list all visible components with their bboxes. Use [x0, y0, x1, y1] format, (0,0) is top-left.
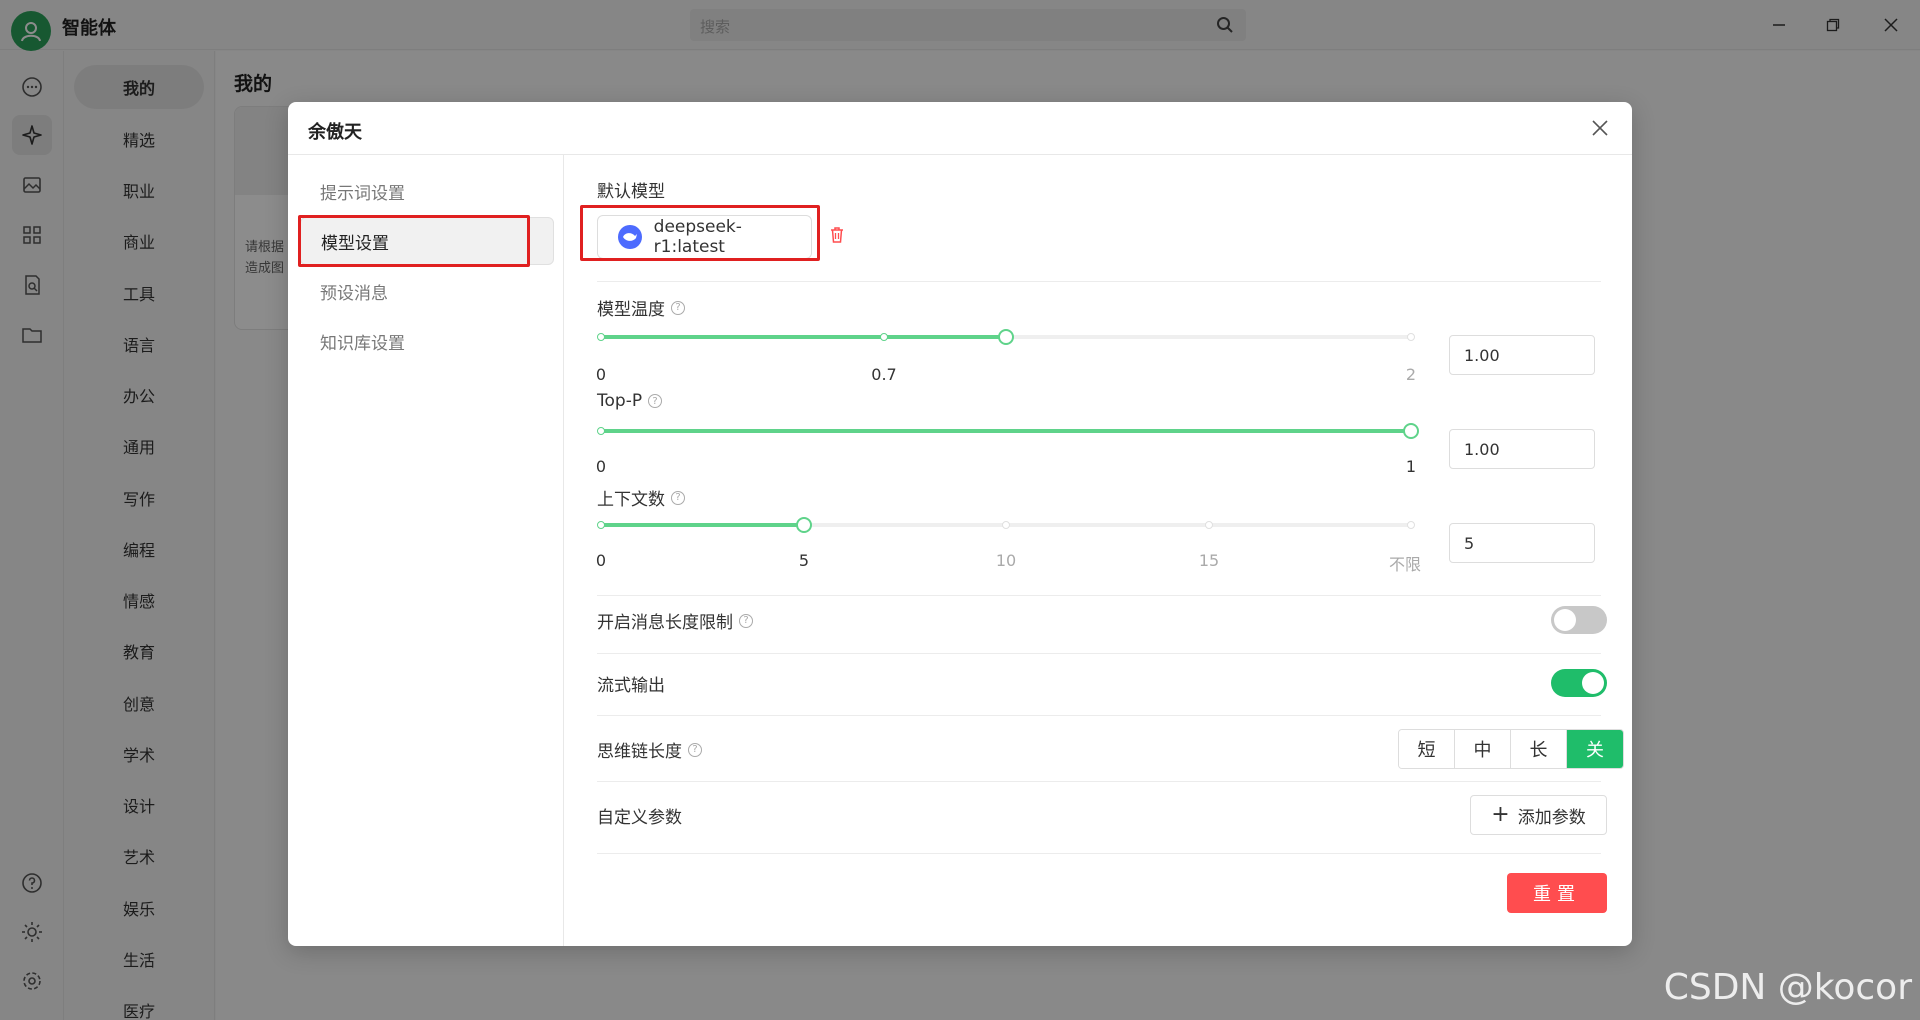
slider-tick: 1 — [1405, 457, 1417, 476]
divider — [597, 595, 1601, 596]
top-p-label: Top-P? — [597, 391, 663, 411]
reset-button[interactable]: 重置 — [1507, 873, 1607, 913]
context-label-text: 上下文数 — [597, 490, 665, 510]
slider-mark — [880, 333, 888, 341]
slider-handle[interactable] — [796, 517, 812, 533]
help-icon[interactable]: ? — [739, 613, 753, 628]
temperature-slider[interactable] — [597, 329, 1415, 345]
close-icon[interactable] — [1588, 116, 1612, 140]
slider-tick: 0.7 — [871, 365, 897, 384]
reasoning-length-segmented: 短 中 长 关 — [1398, 729, 1624, 769]
top-p-input[interactable]: 1.00 — [1449, 429, 1595, 469]
temperature-label-text: 模型温度 — [597, 300, 665, 320]
add-param-button[interactable]: + 添加参数 — [1470, 795, 1607, 835]
slider-mark — [597, 333, 605, 341]
divider — [597, 781, 1601, 782]
divider — [597, 853, 1601, 854]
toggle-knob — [1582, 672, 1604, 694]
menu-prompt-settings[interactable]: 提示词设置 — [300, 167, 554, 215]
slider-mark — [597, 521, 605, 529]
slider-tick: 0 — [595, 457, 607, 476]
reasoning-option-off[interactable]: 关 — [1567, 730, 1623, 768]
stream-output-toggle[interactable] — [1551, 669, 1607, 697]
slider-fill — [601, 335, 1006, 339]
custom-params-label: 自定义参数 — [597, 808, 682, 828]
model-settings-panel: 默认模型 deepseek-r1:latest 模型温度? 0 0.7 2 1.… — [565, 155, 1632, 946]
stream-output-label: 流式输出 — [597, 676, 665, 696]
msg-length-limit-label: 开启消息长度限制? — [597, 608, 753, 633]
context-label: 上下文数? — [597, 485, 685, 510]
reasoning-option-short[interactable]: 短 — [1399, 730, 1455, 768]
temperature-input[interactable]: 1.00 — [1449, 335, 1595, 375]
watermark: CSDN @kocor — [1663, 967, 1912, 1008]
context-slider[interactable] — [597, 517, 1415, 533]
highlight-box — [580, 205, 820, 261]
settings-menu: 提示词设置 模型设置 预设消息 知识库设置 — [288, 155, 564, 946]
msg-length-limit-toggle[interactable] — [1551, 606, 1607, 634]
slider-tick: 2 — [1405, 365, 1417, 384]
agent-settings-modal: 余傲天 提示词设置 模型设置 预设消息 知识库设置 默认模型 deepseek-… — [288, 102, 1632, 946]
slider-mark — [597, 427, 605, 435]
slider-mark — [1002, 521, 1010, 529]
slider-tick: 不限 — [1388, 555, 1422, 574]
modal-header: 余傲天 — [288, 102, 1632, 155]
toggle-knob — [1554, 609, 1576, 631]
divider — [597, 281, 1601, 282]
divider — [597, 653, 1601, 654]
slider-tick: 0 — [595, 365, 607, 384]
help-icon[interactable]: ? — [671, 490, 685, 505]
slider-tick: 0 — [595, 551, 607, 570]
msg-length-limit-text: 开启消息长度限制 — [597, 613, 733, 633]
trash-icon[interactable] — [829, 226, 845, 248]
slider-tick: 15 — [1198, 551, 1220, 570]
slider-fill — [601, 523, 804, 527]
top-p-label-text: Top-P — [597, 391, 643, 411]
slider-tick: 10 — [995, 551, 1017, 570]
slider-mark — [1407, 333, 1415, 341]
temperature-label: 模型温度? — [597, 295, 685, 320]
slider-handle[interactable] — [998, 329, 1014, 345]
modal-title: 余傲天 — [308, 122, 362, 143]
help-icon[interactable]: ? — [671, 300, 685, 315]
reasoning-option-long[interactable]: 长 — [1511, 730, 1567, 768]
slider-fill — [601, 429, 1411, 433]
highlight-box — [298, 215, 530, 267]
slider-handle[interactable] — [1403, 423, 1419, 439]
context-input[interactable]: 5 — [1449, 523, 1595, 563]
help-icon[interactable]: ? — [688, 742, 702, 757]
help-icon[interactable]: ? — [648, 394, 663, 408]
slider-mark — [1205, 521, 1213, 529]
divider — [597, 715, 1601, 716]
default-model-label: 默认模型 — [597, 182, 665, 202]
add-param-label: 添加参数 — [1517, 807, 1586, 828]
reasoning-option-medium[interactable]: 中 — [1455, 730, 1511, 768]
slider-tick: 5 — [798, 551, 810, 570]
top-p-slider[interactable] — [597, 423, 1419, 439]
reasoning-length-label: 思维链长度? — [597, 737, 702, 762]
slider-mark — [1407, 521, 1415, 529]
plus-icon: + — [1491, 802, 1510, 827]
reasoning-length-text: 思维链长度 — [597, 742, 682, 762]
menu-knowledge-settings[interactable]: 知识库设置 — [300, 317, 554, 365]
menu-preset-messages[interactable]: 预设消息 — [300, 267, 554, 315]
